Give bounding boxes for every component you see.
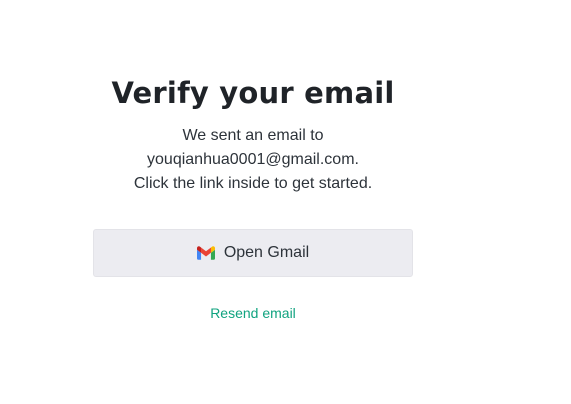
message-line-sent: We sent an email to	[182, 127, 324, 144]
page-title: Verify your email	[111, 76, 395, 110]
verification-message: We sent an email to youqianhua0001@gmail…	[93, 124, 413, 196]
verify-email-card: Verify your email We sent an email to yo…	[93, 72, 413, 323]
resend-email-link[interactable]: Resend email	[210, 305, 296, 321]
gmail-icon	[196, 246, 215, 260]
open-gmail-button[interactable]: Open Gmail	[93, 229, 413, 277]
message-line-instructions: Click the link inside to get started.	[133, 175, 373, 192]
email-address: youqianhua0001@gmail.com.	[147, 151, 359, 168]
open-gmail-label: Open Gmail	[223, 244, 310, 261]
